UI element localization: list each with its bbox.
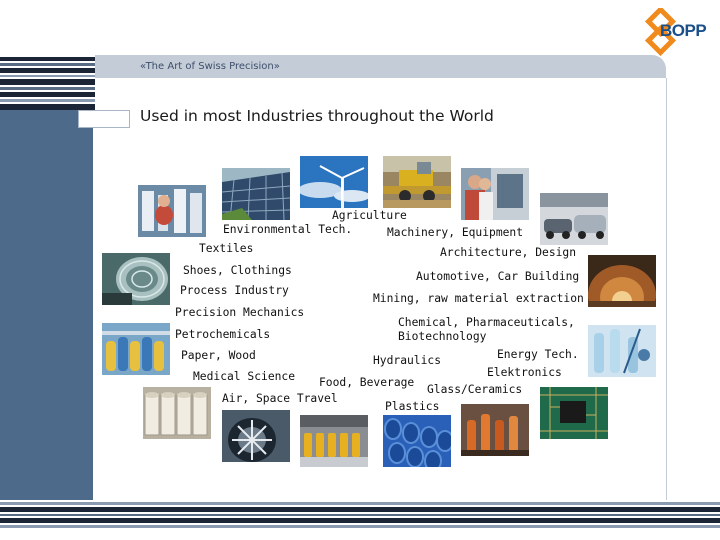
industry-label: Glass/Ceramics — [427, 383, 523, 396]
paper-rolls-photo — [143, 387, 211, 439]
industry-label: Process Industry — [180, 284, 289, 297]
side-panel — [0, 110, 93, 500]
industry-label: Precision Mechanics — [175, 306, 305, 319]
industry-label: Chemical, Pharmaceuticals, — [398, 316, 575, 329]
logo-text: BOPP — [660, 21, 707, 40]
industry-label: Food, Beverage — [319, 376, 415, 389]
industry-label: Medical Science — [193, 370, 296, 383]
slide-title: Used in most Industries throughout the W… — [140, 107, 494, 125]
industry-label: Hydraulics — [373, 354, 442, 367]
circuit-board-photo — [540, 387, 608, 439]
industry-label: Architecture, Design — [440, 246, 577, 259]
industry-label: Mining, raw material extraction — [373, 292, 584, 305]
industry-label: Air, Space Travel — [222, 392, 338, 405]
beverage-line-photo — [300, 415, 368, 467]
bottom-stripes — [0, 502, 720, 528]
industry-label: Textiles — [199, 242, 254, 255]
wind-turbine-photo — [300, 156, 368, 208]
car-factory-photo — [540, 193, 608, 245]
title-tab — [78, 110, 130, 128]
top-stripes — [0, 55, 95, 110]
harvester-photo — [383, 156, 451, 208]
textile-photo — [138, 185, 206, 237]
industry-label: Elektronics — [487, 366, 562, 379]
industry-label: Petrochemicals — [175, 328, 271, 341]
industry-label: Agriculture — [332, 209, 407, 222]
aircraft-engine-photo — [222, 410, 290, 462]
lab-vials-photo — [588, 325, 656, 377]
industry-label: Plastics — [385, 400, 440, 413]
mine-tunnel-photo — [588, 255, 656, 307]
glass-bottles-photo — [461, 404, 529, 456]
solar-photo — [222, 168, 290, 220]
industry-label: Machinery, Equipment — [387, 226, 524, 239]
industry-label: Environmental Tech. — [223, 223, 353, 236]
process-plant-photo — [102, 323, 170, 375]
industry-label: Automotive, Car Building — [416, 270, 580, 283]
industry-label: Energy Tech. — [497, 348, 579, 361]
machinery-photo — [461, 168, 529, 220]
tagline: «The Art of Swiss Precision» — [140, 61, 280, 72]
industry-label: Biotechnology — [398, 330, 487, 343]
pipes-photo — [383, 415, 451, 467]
precision-parts-photo — [102, 253, 170, 305]
industry-label: Paper, Wood — [181, 349, 256, 362]
industry-label: Shoes, Clothings — [183, 264, 292, 277]
